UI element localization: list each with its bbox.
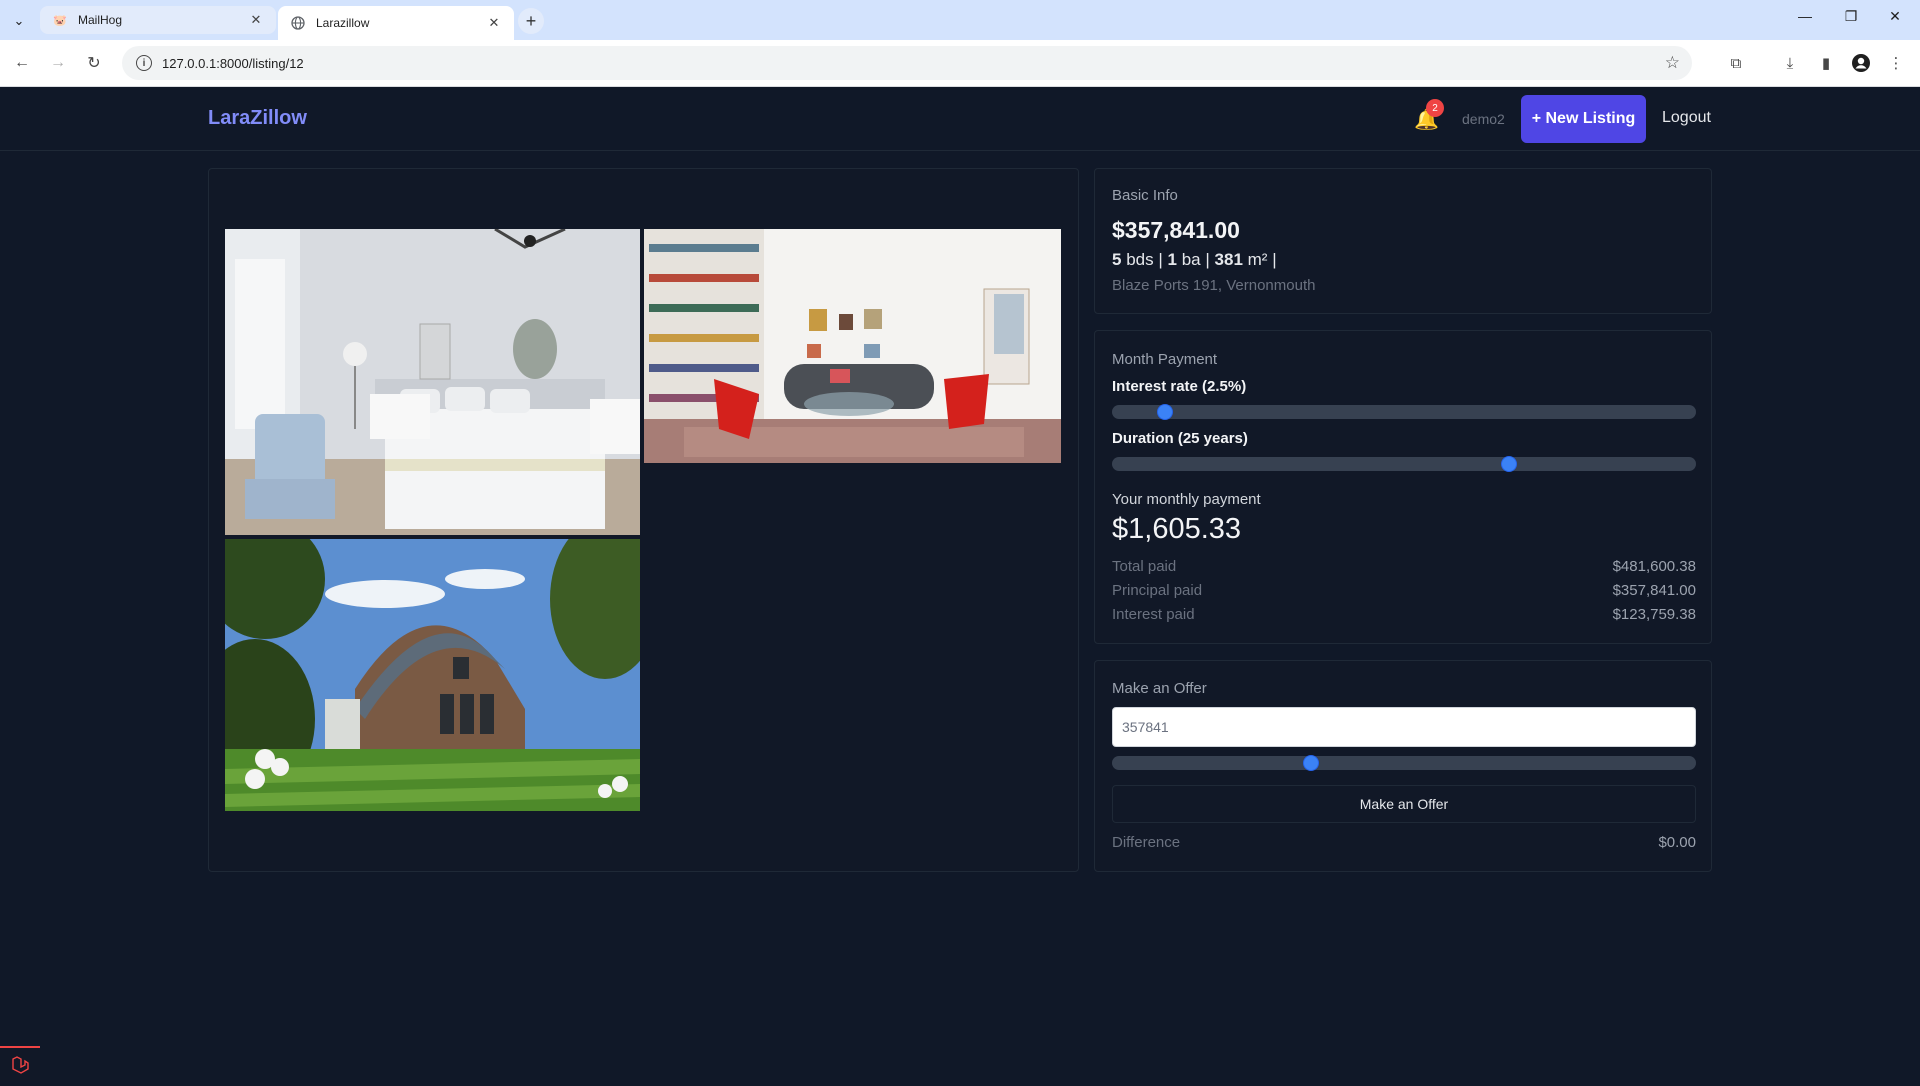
browser-menu-kebab-icon[interactable]: ⋮: [1884, 51, 1908, 75]
basic-info-title: Basic Info: [1112, 187, 1178, 204]
bedroom-photo: [225, 229, 640, 535]
area-unit: m²: [1247, 250, 1268, 269]
extensions-puzzle-icon[interactable]: ⧉: [1724, 51, 1748, 75]
monthly-payment-value: $1,605.33: [1112, 513, 1242, 545]
listing-image-gallery: [208, 168, 1079, 872]
offer-amount-slider-thumb[interactable]: [1302, 755, 1319, 771]
logout-link[interactable]: Logout: [1662, 109, 1711, 127]
tab-title: MailHog: [78, 13, 123, 27]
offer-amount-slider[interactable]: [1112, 755, 1696, 771]
principal-paid-value: $357,841.00: [1612, 582, 1696, 599]
monthly-payment-card: Month Payment Interest rate (2.5%) Durat…: [1094, 330, 1712, 644]
new-tab-plus-icon[interactable]: +: [518, 8, 544, 34]
spec-divider: |: [1272, 250, 1277, 269]
offer-amount-input[interactable]: [1112, 707, 1696, 747]
tab-close-icon[interactable]: ✕: [248, 12, 264, 28]
duration-label: Duration (25 years): [1112, 430, 1248, 447]
notification-count-badge[interactable]: 2: [1426, 99, 1444, 117]
make-offer-card: Make an Offer Make an Offer Difference $…: [1094, 660, 1712, 872]
duration-slider[interactable]: [1112, 456, 1696, 472]
basic-info-card: Basic Info $357,841.00 5 bds | 1 ba | 38…: [1094, 168, 1712, 314]
interest-rate-slider[interactable]: [1112, 404, 1696, 420]
difference-row: Difference $0.00: [1112, 834, 1696, 851]
total-paid-value: $481,600.38: [1612, 558, 1696, 575]
principal-paid-label: Principal paid: [1112, 582, 1203, 599]
beds-count: 5: [1112, 250, 1122, 269]
spec-divider: |: [1205, 250, 1210, 269]
listing-specs: 5 bds | 1 ba | 381 m² |: [1112, 250, 1277, 270]
duration-slider-thumb[interactable]: [1501, 456, 1518, 472]
listing-price: $357,841.00: [1112, 217, 1240, 243]
tab-close-icon[interactable]: ✕: [486, 15, 502, 31]
mailhog-favicon-icon: 🐷: [53, 14, 67, 27]
window-close-icon[interactable]: ✕: [1880, 8, 1910, 25]
reload-icon[interactable]: ↻: [82, 51, 106, 75]
site-info-icon[interactable]: i: [136, 55, 152, 71]
browser-tab-bar: ⌄ 🐷 MailHog ✕ Larazillow ✕ + — ❐ ✕: [0, 0, 1920, 40]
app-header: LaraZillow 🔔 2 demo2 + New Listing Logou…: [0, 87, 1920, 151]
beds-unit: bds: [1126, 250, 1154, 269]
side-panel-icon[interactable]: ▮: [1814, 51, 1838, 75]
difference-value: $0.00: [1658, 834, 1696, 851]
profile-avatar-icon[interactable]: [1849, 51, 1873, 75]
interest-paid-label: Interest paid: [1112, 606, 1195, 623]
download-icon[interactable]: ⤓: [1778, 51, 1802, 75]
baths-unit: ba: [1181, 250, 1201, 269]
url-text: 127.0.0.1:8000/listing/12: [162, 55, 304, 71]
difference-label: Difference: [1112, 834, 1181, 851]
interest-paid-value: $123,759.38: [1612, 606, 1696, 623]
app-logo[interactable]: LaraZillow: [208, 107, 307, 130]
baths-count: 1: [1167, 250, 1177, 269]
living-room-photo: [644, 229, 1061, 463]
address-bar[interactable]: i 127.0.0.1:8000/listing/12 ☆: [122, 46, 1692, 80]
globe-favicon-icon: [290, 15, 306, 31]
bookmark-star-icon[interactable]: ☆: [1665, 53, 1680, 73]
forward-arrow-icon[interactable]: →: [46, 51, 70, 75]
interest-rate-slider-thumb[interactable]: [1156, 404, 1173, 420]
house-exterior-photo: [225, 539, 640, 811]
tab-title: Larazillow: [316, 16, 370, 30]
interest-rate-label: Interest rate (2.5%): [1112, 378, 1247, 395]
minimize-icon[interactable]: —: [1790, 8, 1820, 24]
new-listing-button[interactable]: + New Listing: [1521, 95, 1646, 143]
browser-tab-mailhog[interactable]: 🐷 MailHog ✕: [40, 6, 276, 34]
area-value: 381: [1214, 250, 1243, 269]
total-paid-label: Total paid: [1112, 558, 1177, 575]
tab-list-chevron-icon[interactable]: ⌄: [6, 8, 32, 34]
interest-paid-row: Interest paid $123,759.38: [1112, 606, 1696, 623]
monthly-payment-title: Month Payment: [1112, 351, 1218, 368]
restore-icon[interactable]: ❐: [1836, 8, 1866, 25]
spec-divider: |: [1158, 250, 1163, 269]
browser-toolbar: ← → ↻ i 127.0.0.1:8000/listing/12 ☆ ⧉ ⤓ …: [0, 40, 1920, 87]
monthly-payment-label: Your monthly payment: [1112, 491, 1261, 508]
total-paid-row: Total paid $481,600.38: [1112, 558, 1696, 575]
make-offer-title: Make an Offer: [1112, 680, 1207, 697]
listing-address: Blaze Ports 191, Vernonmouth: [1112, 277, 1316, 294]
laravel-debugbar-icon[interactable]: [0, 1046, 40, 1081]
back-arrow-icon[interactable]: ←: [10, 51, 34, 75]
principal-paid-row: Principal paid $357,841.00: [1112, 582, 1696, 599]
username-label: demo2: [1462, 111, 1505, 127]
make-offer-button[interactable]: Make an Offer: [1112, 785, 1696, 823]
browser-tab-larazillow[interactable]: Larazillow ✕: [278, 6, 514, 40]
